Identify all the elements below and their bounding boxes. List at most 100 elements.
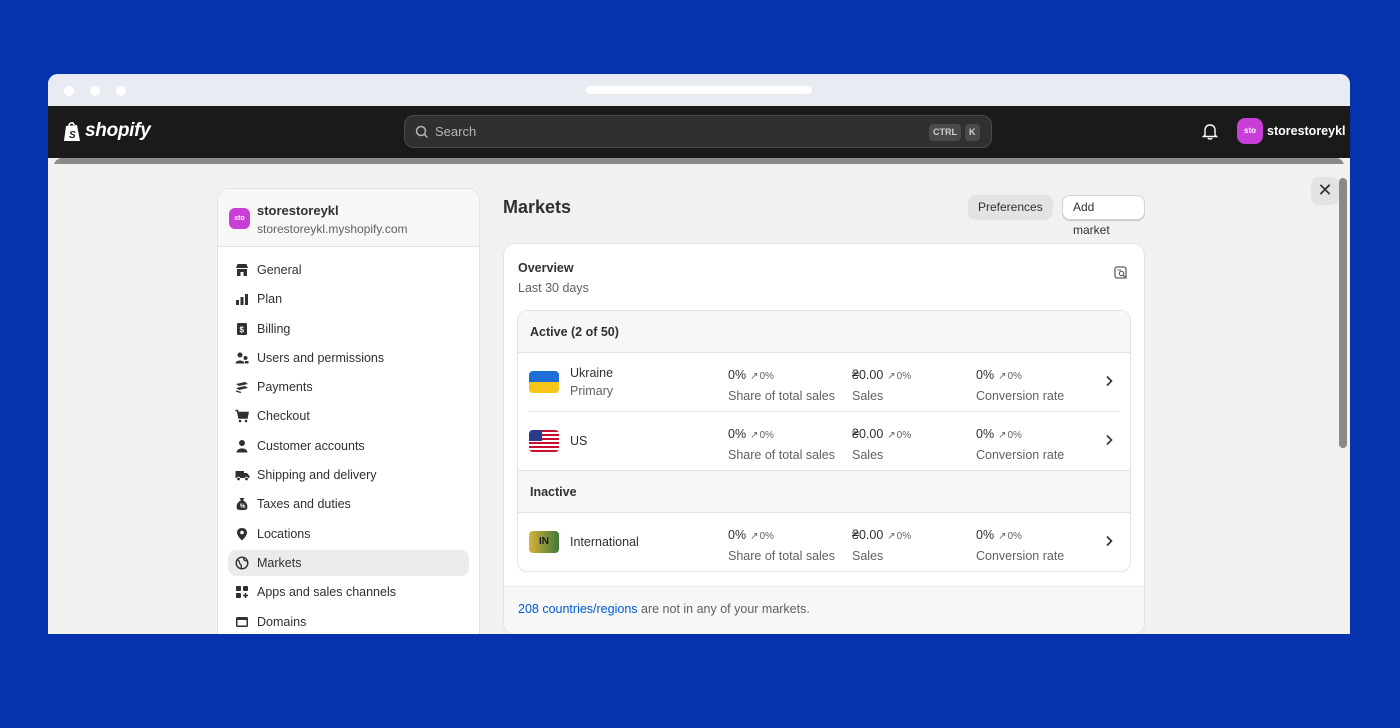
- market-row-ukraine[interactable]: Ukraine Primary 0% ↗0% Share of total sal…: [518, 353, 1130, 412]
- conversion-change: 0%: [1007, 531, 1022, 542]
- add-market-button[interactable]: Add market: [1062, 195, 1145, 237]
- plan-icon: [234, 291, 250, 307]
- sidebar-item-customer-accounts[interactable]: Customer accounts: [228, 433, 469, 459]
- conversion-change: 0%: [1007, 430, 1022, 441]
- share-metric: 0% ↗0% Share of total sales: [728, 425, 835, 462]
- preferences-button[interactable]: Preferences: [968, 195, 1053, 220]
- share-change: 0%: [759, 430, 774, 441]
- svg-text:%: %: [240, 504, 246, 510]
- sidebar-item-label: Shipping and delivery: [257, 468, 377, 483]
- market-row-us[interactable]: US 0% ↗0% Share of total sales ₴0.00 ↗0% S…: [518, 412, 1130, 471]
- sidebar-item-checkout[interactable]: Checkout: [228, 403, 469, 429]
- shopify-bag-icon: S: [64, 121, 80, 141]
- store-avatar: sto: [229, 208, 250, 229]
- trend-up-icon: ↗: [998, 531, 1007, 542]
- search-input[interactable]: Search CTRL K: [404, 115, 992, 148]
- trend-up-icon: ↗: [750, 531, 759, 542]
- share-value: 0%: [728, 427, 747, 441]
- unassigned-regions-note: 208 countries/regions are not in any of …: [504, 586, 1144, 634]
- trend-up-icon: ↗: [750, 371, 759, 382]
- window-dot: [116, 86, 126, 96]
- sidebar-item-billing[interactable]: $ Billing: [228, 316, 469, 342]
- sidebar-item-users[interactable]: Users and permissions: [228, 345, 469, 371]
- sidebar-item-locations[interactable]: Locations: [228, 521, 469, 547]
- person-icon: [234, 438, 250, 454]
- close-button[interactable]: ✕: [1311, 177, 1339, 205]
- sales-metric: ₴0.00 ↗0% Sales: [852, 526, 911, 563]
- outer-frame: S shopify Search CTRL K sto storestoreyk…: [0, 0, 1400, 728]
- sidebar-item-markets[interactable]: Markets: [228, 549, 469, 576]
- sidebar-store-header[interactable]: sto storestoreykl storestoreykl.myshopif…: [218, 189, 479, 247]
- share-value: 0%: [728, 528, 747, 542]
- sidebar-store-name: storestoreykl: [257, 203, 339, 218]
- account-store-name[interactable]: storestoreykl: [1267, 124, 1346, 138]
- apps-icon: [234, 584, 250, 600]
- markets-table: Active (2 of 50) Ukraine Primary 0% ↗0% S…: [517, 310, 1131, 572]
- sidebar-item-label: Customer accounts: [257, 438, 365, 453]
- search-placeholder: Search: [435, 124, 477, 139]
- trend-up-icon: ↗: [887, 371, 896, 382]
- sidebar-item-shipping[interactable]: Shipping and delivery: [228, 462, 469, 488]
- sidebar-item-domains[interactable]: Domains: [228, 609, 469, 634]
- share-value: 0%: [728, 368, 747, 382]
- sidebar-item-taxes[interactable]: % Taxes and duties: [228, 491, 469, 517]
- conversion-change: 0%: [1007, 371, 1022, 382]
- trend-up-icon: ↗: [998, 371, 1007, 382]
- share-change: 0%: [759, 371, 774, 382]
- sidebar-store-domain: storestoreykl.myshopify.com: [257, 222, 408, 236]
- share-label: Share of total sales: [728, 389, 836, 403]
- sidebar-item-plan[interactable]: Plan: [228, 286, 469, 312]
- sidebar-item-label: Domains: [257, 614, 307, 629]
- sales-value: ₴0.00: [852, 528, 884, 542]
- sales-value: ₴0.00: [852, 368, 884, 382]
- chevron-right-icon: [1106, 375, 1113, 387]
- chevron-right-icon: [1106, 535, 1113, 547]
- market-name: International: [570, 535, 639, 549]
- share-metric: 0% ↗0% Share of total sales: [728, 526, 835, 563]
- inactive-section-header: Inactive: [518, 471, 1130, 513]
- share-metric: 0% ↗0% Share of total sales: [728, 366, 835, 403]
- shortcut-key: K: [965, 124, 980, 141]
- close-icon: ✕: [1317, 180, 1333, 200]
- brand-name: shopify: [85, 120, 151, 141]
- window-dot: [90, 86, 100, 96]
- browser-window: S shopify Search CTRL K sto storestoreyk…: [48, 74, 1350, 634]
- market-name: US: [570, 434, 588, 448]
- sidebar-item-general[interactable]: General: [228, 257, 469, 283]
- sales-change: 0%: [896, 430, 912, 441]
- international-badge: IN: [529, 531, 559, 553]
- market-subtitle: Primary: [570, 384, 614, 398]
- active-section-header: Active (2 of 50): [518, 311, 1130, 353]
- footer-text: are not in any of your markets.: [637, 602, 810, 616]
- sidebar-item-label: Markets: [257, 555, 302, 570]
- avatar[interactable]: sto: [1237, 118, 1263, 144]
- us-flag-icon: [529, 430, 559, 452]
- sidebar-item-label: Checkout: [257, 409, 310, 424]
- page-title: Markets: [503, 197, 572, 217]
- market-row-international[interactable]: IN International 0% ↗0% Share of total sa…: [518, 513, 1130, 571]
- shortcut-ctrl: CTRL: [929, 124, 961, 141]
- truck-icon: [234, 467, 250, 483]
- payments-icon: [234, 379, 250, 395]
- sales-label: Sales: [852, 389, 884, 403]
- countries-regions-link[interactable]: 208 countries/regions: [518, 602, 638, 616]
- sales-label: Sales: [852, 448, 884, 462]
- conversion-label: Conversion rate: [976, 389, 1065, 403]
- sidebar-item-payments[interactable]: Payments: [228, 374, 469, 400]
- sidebar-item-label: Taxes and duties: [257, 497, 351, 512]
- analytics-icon[interactable]: [1114, 266, 1128, 280]
- sales-change: 0%: [896, 371, 912, 382]
- bell-icon[interactable]: [1202, 123, 1218, 140]
- conversion-label: Conversion rate: [976, 549, 1065, 563]
- url-bar[interactable]: [586, 86, 812, 94]
- overview-title: Overview: [518, 261, 574, 275]
- share-change: 0%: [759, 531, 774, 542]
- sidebar-item-apps[interactable]: Apps and sales channels: [228, 579, 469, 605]
- cart-icon: [234, 408, 250, 424]
- ukraine-flag-icon: [529, 371, 559, 393]
- location-icon: [234, 526, 250, 542]
- sidebar-item-label: General: [257, 263, 302, 277]
- scrollbar[interactable]: [1339, 178, 1347, 448]
- shopify-logo[interactable]: S shopify: [63, 120, 151, 142]
- sidebar-item-label: Users and permissions: [257, 350, 385, 365]
